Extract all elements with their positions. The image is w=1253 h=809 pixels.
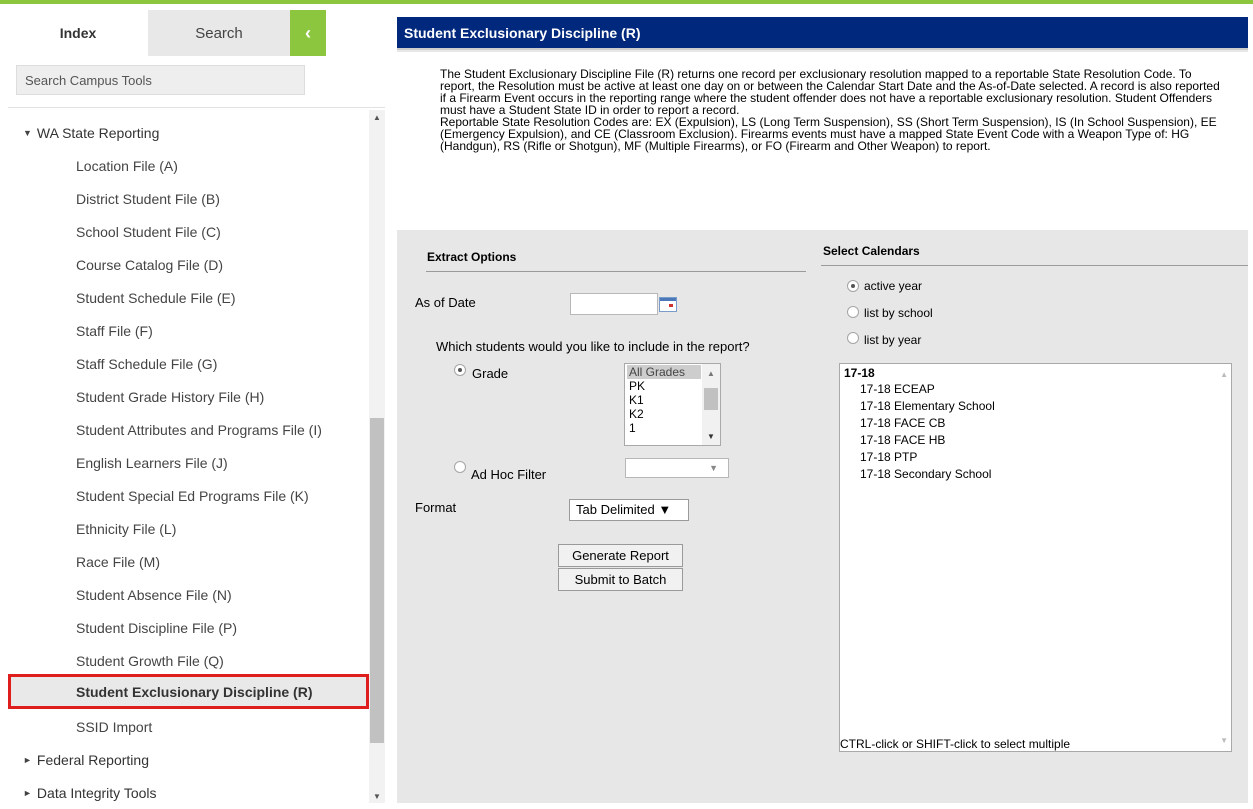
scroll-up-arrow-icon[interactable]: ▲ xyxy=(369,110,385,124)
sidebar-tabs: Index Search ‹ xyxy=(8,10,385,56)
tree-item-course-catalog-file[interactable]: Course Catalog File (D) xyxy=(8,248,369,281)
description-paragraph: Reportable State Resolution Codes are: E… xyxy=(440,115,1217,153)
format-label: Format xyxy=(415,500,457,515)
as-of-date-label: As of Date xyxy=(415,295,476,310)
grade-listbox-scrollbar[interactable]: ▲ ▼ xyxy=(702,364,720,445)
submit-to-batch-button[interactable]: Submit to Batch xyxy=(558,568,683,591)
calendar-option[interactable]: 17-18 PTP xyxy=(860,450,917,464)
calendar-picker-icon[interactable] xyxy=(659,297,677,312)
active-year-radio[interactable] xyxy=(847,280,859,292)
tree-item-english-learners-file[interactable]: English Learners File (J) xyxy=(8,446,369,479)
scroll-down-arrow-icon[interactable]: ▼ xyxy=(369,789,385,803)
tree-group-label: WA State Reporting xyxy=(36,124,160,141)
extract-options-title: Extract Options xyxy=(427,250,517,264)
tree-item-student-schedule-file[interactable]: Student Schedule File (E) xyxy=(8,281,369,314)
sidebar-divider xyxy=(8,107,385,108)
caret-down-icon: ▼ xyxy=(23,127,32,138)
grade-option[interactable]: 1 xyxy=(627,421,701,435)
scroll-up-arrow-icon[interactable]: ▲ xyxy=(1220,370,1228,379)
grade-option[interactable]: All Grades xyxy=(627,365,701,379)
grade-option[interactable]: K2 xyxy=(627,407,701,421)
active-year-label: active year xyxy=(864,279,923,293)
calendar-group-label: 17-18 xyxy=(844,366,875,380)
tree-item-school-student-file[interactable]: School Student File (C) xyxy=(8,215,369,248)
select-calendars-divider xyxy=(821,265,1248,266)
tree-group-label: Federal Reporting xyxy=(36,751,149,768)
calendar-option[interactable]: 17-18 Elementary School xyxy=(860,399,995,413)
list-by-year-radio[interactable] xyxy=(847,332,859,344)
grade-radio-label: Grade xyxy=(472,366,509,381)
ad-hoc-filter-label: Ad Hoc Filter xyxy=(471,467,547,482)
calendar-listbox[interactable]: 17-18 17-18 ECEAP 17-18 Elementary Schoo… xyxy=(839,363,1232,752)
tree-group-wa-state-reporting[interactable]: ▼ WA State Reporting xyxy=(8,116,369,149)
tree-item-student-discipline-file[interactable]: Student Discipline File (P) xyxy=(8,611,369,644)
select-calendars-title: Select Calendars xyxy=(823,244,920,258)
grade-radio[interactable] xyxy=(454,364,466,376)
main-panel: Student Exclusionary Discipline (R) The … xyxy=(397,17,1248,803)
tree-item-student-special-ed-programs-file[interactable]: Student Special Ed Programs File (K) xyxy=(8,479,369,512)
students-question-label: Which students would you like to include… xyxy=(436,339,750,354)
ad-hoc-filter-select[interactable]: ▼ xyxy=(625,458,729,478)
grade-option[interactable]: PK xyxy=(627,379,701,393)
list-by-school-label: list by school xyxy=(864,306,933,320)
grade-listbox-scroll-thumb[interactable] xyxy=(704,388,718,410)
tree-item-student-grade-history-file[interactable]: Student Grade History File (H) xyxy=(8,380,369,413)
as-of-date-input[interactable] xyxy=(570,293,658,315)
tree-item-location-file[interactable]: Location File (A) xyxy=(8,149,369,182)
top-accent-bar xyxy=(0,0,1253,4)
tree-group-federal-reporting[interactable]: ► Federal Reporting xyxy=(8,743,369,776)
caret-right-icon: ► xyxy=(23,754,32,765)
tree-item-district-student-file[interactable]: District Student File (B) xyxy=(8,182,369,215)
collapse-sidebar-button[interactable]: ‹ xyxy=(290,10,326,56)
tree-item-ethnicity-file[interactable]: Ethnicity File (L) xyxy=(8,512,369,545)
list-by-school-radio[interactable] xyxy=(847,306,859,318)
calendar-option[interactable]: 17-18 FACE CB xyxy=(860,416,945,430)
scroll-down-arrow-icon[interactable]: ▼ xyxy=(702,429,720,443)
tree-item-student-attributes-programs-file[interactable]: Student Attributes and Programs File (I) xyxy=(8,413,369,446)
tree-group-label: Data Integrity Tools xyxy=(36,784,157,801)
report-description: The Student Exclusionary Discipline File… xyxy=(397,52,1248,230)
tree-item-staff-schedule-file[interactable]: Staff Schedule File (G) xyxy=(8,347,369,380)
grade-listbox[interactable]: All Grades PK K1 K2 1 ▲ ▼ xyxy=(624,363,721,446)
tab-index[interactable]: Index xyxy=(8,10,148,56)
search-campus-tools-input[interactable]: Search Campus Tools xyxy=(16,65,305,95)
extract-options-divider xyxy=(426,271,806,272)
tree-group-data-integrity-tools[interactable]: ► Data Integrity Tools xyxy=(8,776,369,809)
calendar-option[interactable]: 17-18 ECEAP xyxy=(860,382,935,396)
tree-item-race-file[interactable]: Race File (M) xyxy=(8,545,369,578)
ad-hoc-filter-radio[interactable] xyxy=(454,461,466,473)
chevron-left-icon: ‹ xyxy=(305,22,311,43)
caret-right-icon: ► xyxy=(23,787,32,798)
sidebar-scrollbar-thumb[interactable] xyxy=(370,418,384,743)
list-by-year-label: list by year xyxy=(864,333,922,347)
scroll-down-arrow-icon[interactable]: ▼ xyxy=(1220,736,1228,745)
tab-search[interactable]: Search xyxy=(148,10,290,56)
tree-item-ssid-import[interactable]: SSID Import xyxy=(8,710,369,743)
tree-item-student-growth-file[interactable]: Student Growth File (Q) xyxy=(8,644,369,677)
tree-item-student-absence-file[interactable]: Student Absence File (N) xyxy=(8,578,369,611)
multi-select-hint: CTRL-click or SHIFT-click to select mult… xyxy=(840,737,1071,751)
generate-report-button[interactable]: Generate Report xyxy=(558,544,683,567)
page-title: Student Exclusionary Discipline (R) xyxy=(397,17,1248,50)
sidebar: Index Search ‹ Search Campus Tools ▼ WA … xyxy=(8,10,385,803)
description-paragraph: The Student Exclusionary Discipline File… xyxy=(440,67,1220,117)
scroll-up-arrow-icon[interactable]: ▲ xyxy=(702,366,720,380)
format-select[interactable]: Tab Delimited ▼ xyxy=(569,499,689,521)
tree-item-student-exclusionary-discipline-selected[interactable]: Student Exclusionary Discipline (R) xyxy=(8,674,369,709)
calendar-option[interactable]: 17-18 Secondary School xyxy=(860,467,991,481)
chevron-down-icon: ▼ xyxy=(709,463,718,473)
tree-item-staff-file[interactable]: Staff File (F) xyxy=(8,314,369,347)
calendar-option[interactable]: 17-18 FACE HB xyxy=(860,433,945,447)
grade-option[interactable]: K1 xyxy=(627,393,701,407)
